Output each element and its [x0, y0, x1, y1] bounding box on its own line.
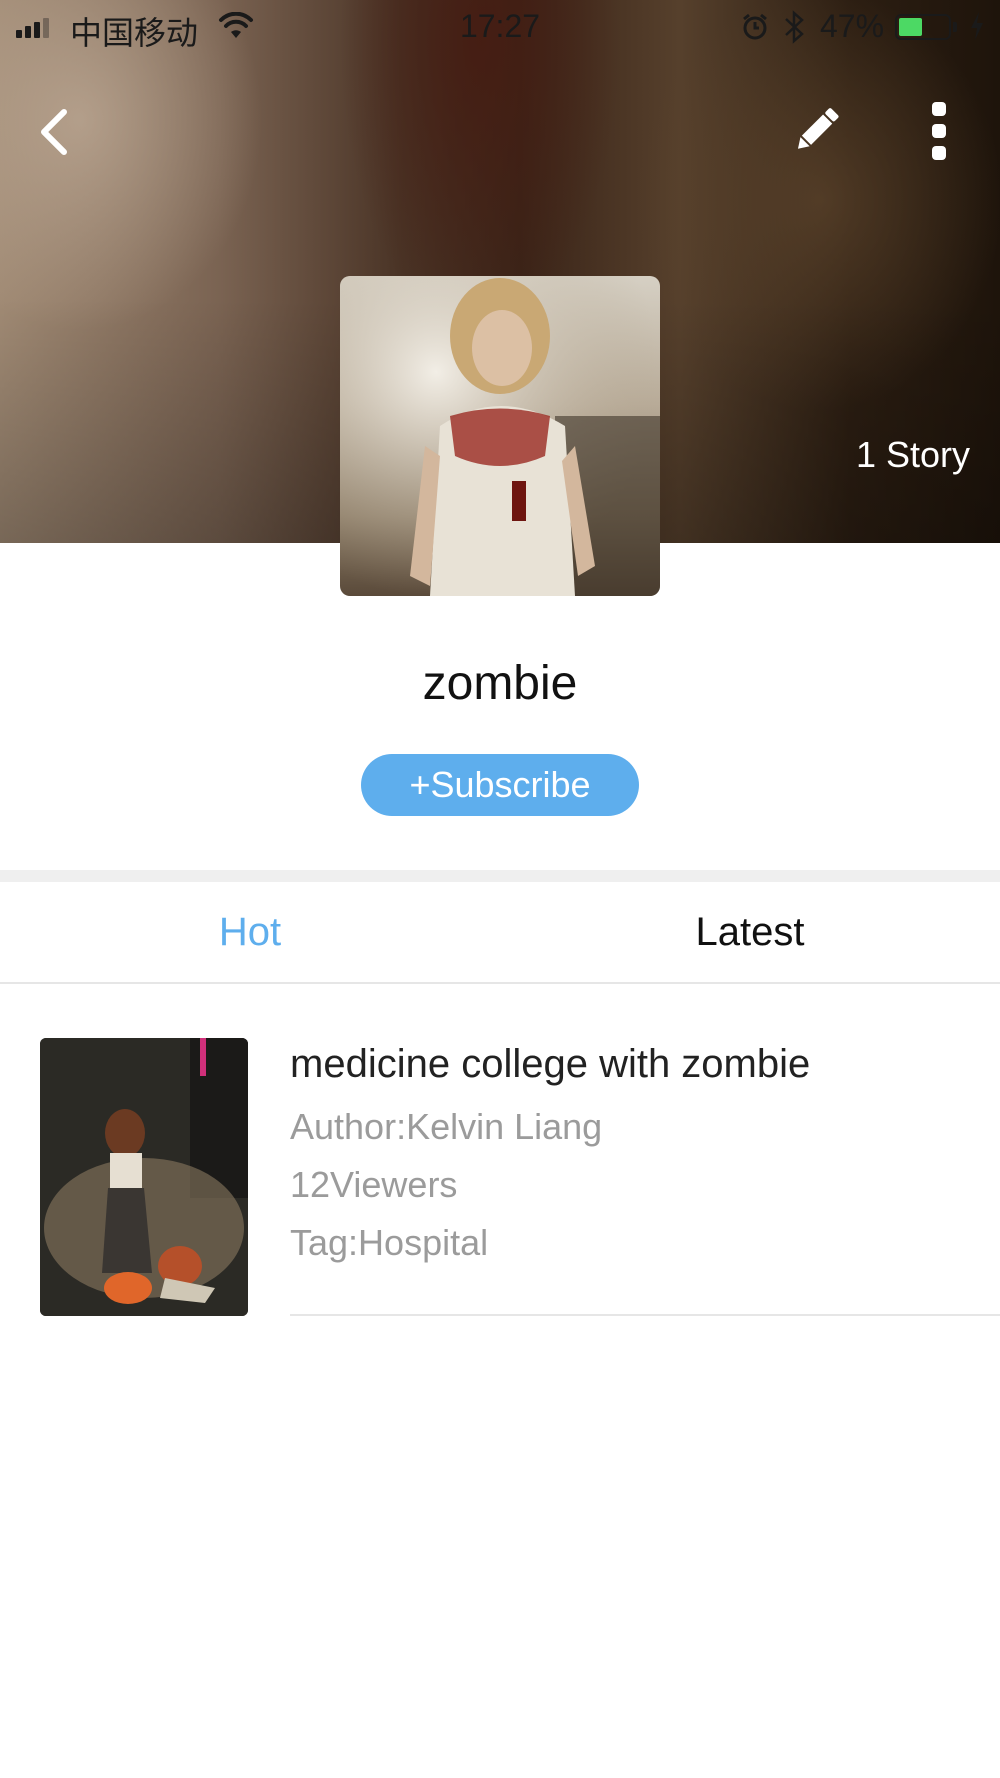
- story-count: 1 Story: [855, 434, 970, 475]
- section-divider: [0, 870, 1000, 882]
- bluetooth-icon: [785, 10, 804, 44]
- status-bar: 中国移动 17:27 47%: [0, 0, 1000, 54]
- battery-icon: [895, 14, 951, 40]
- topic-cover-image: [340, 276, 660, 596]
- battery-tip: [953, 22, 957, 32]
- subscribe-button[interactable]: +Subscribe: [361, 754, 639, 816]
- tab-latest[interactable]: Latest: [500, 882, 1000, 982]
- battery-percent: 47%: [820, 8, 885, 44]
- tab-bar: Hot Latest: [0, 882, 1000, 984]
- tab-hot[interactable]: Hot: [0, 882, 500, 982]
- story-viewers: 12Viewers: [290, 1164, 458, 1205]
- pencil-icon[interactable]: [786, 100, 846, 160]
- topic-title: zombie: [422, 657, 578, 710]
- more-vertical-icon[interactable]: [920, 100, 958, 162]
- story-title[interactable]: medicine college with zombie: [290, 1042, 810, 1087]
- back-icon[interactable]: [30, 102, 80, 162]
- battery-level: [899, 18, 922, 36]
- story-thumbnail: [40, 1038, 248, 1316]
- story-list-item[interactable]: medicine college with zombie Author:Kelv…: [0, 1036, 1000, 1316]
- list-divider: [290, 1314, 1000, 1316]
- story-author: Author:Kelvin Liang: [290, 1106, 603, 1147]
- story-tag: Tag:Hospital: [290, 1222, 489, 1263]
- charging-icon: [971, 12, 983, 40]
- alarm-icon: [743, 13, 767, 40]
